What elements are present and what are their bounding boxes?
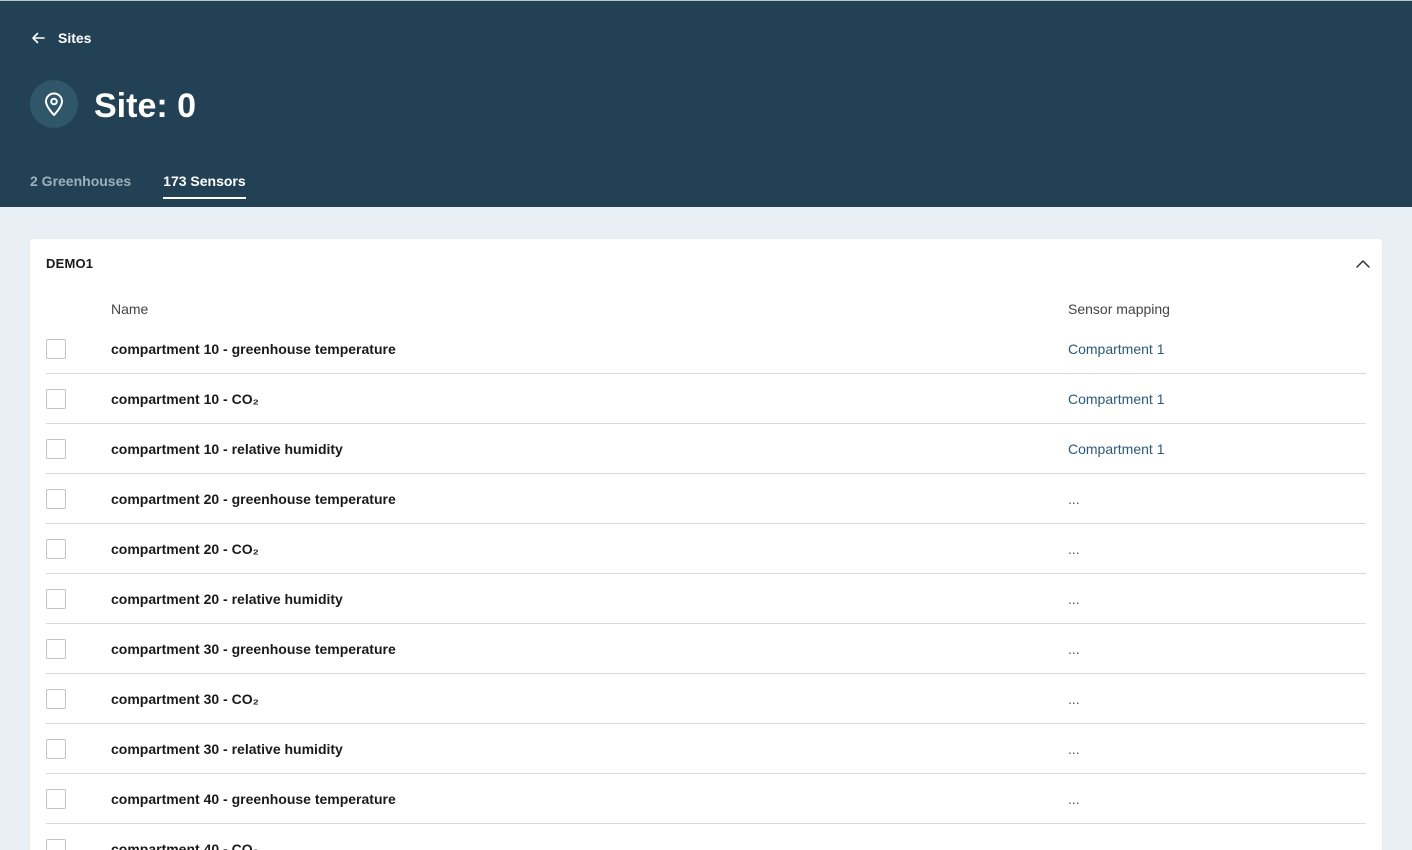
sensor-mapping-empty[interactable]: ... <box>1068 791 1080 807</box>
column-header-name[interactable]: Name <box>111 301 148 317</box>
group-title: DEMO1 <box>46 256 94 271</box>
table-row: compartment 20 - greenhouse temperature … <box>46 474 1366 524</box>
table-row: compartment 10 - CO₂ Compartment 1 <box>46 374 1366 424</box>
table-row: compartment 30 - CO₂ ... <box>46 674 1366 724</box>
table-row: compartment 40 - CO₂ ... <box>46 824 1366 850</box>
sensor-mapping-link[interactable]: Compartment 1 <box>1068 391 1164 407</box>
column-header-sensor-mapping[interactable]: Sensor mapping <box>1068 301 1170 317</box>
row-checkbox[interactable] <box>46 739 66 759</box>
tab-bar: 2 Greenhouses 173 Sensors <box>30 171 246 199</box>
table-row: compartment 10 - greenhouse temperature … <box>46 324 1366 374</box>
row-checkbox[interactable] <box>46 689 66 709</box>
tab-sensors[interactable]: 173 Sensors <box>163 171 246 199</box>
row-checkbox[interactable] <box>46 339 66 359</box>
table-row: compartment 20 - relative humidity ... <box>46 574 1366 624</box>
sensor-mapping-empty[interactable]: ... <box>1068 841 1080 850</box>
sensor-name: compartment 30 - relative humidity <box>111 741 343 757</box>
arrow-left-icon <box>32 32 45 44</box>
sensor-mapping-link[interactable]: Compartment 1 <box>1068 441 1164 457</box>
sensor-group-card: DEMO1 Name Sensor mapping compartment 10… <box>30 239 1382 850</box>
chevron-up-icon[interactable] <box>1354 255 1372 273</box>
table-row: compartment 10 - relative humidity Compa… <box>46 424 1366 474</box>
sensor-mapping-empty[interactable]: ... <box>1068 641 1080 657</box>
back-label: Sites <box>58 30 92 46</box>
table-row: compartment 40 - greenhouse temperature … <box>46 774 1366 824</box>
sensor-name: compartment 10 - relative humidity <box>111 441 343 457</box>
sensor-mapping-empty[interactable]: ... <box>1068 541 1080 557</box>
row-checkbox[interactable] <box>46 789 66 809</box>
sensor-mapping-empty[interactable]: ... <box>1068 591 1080 607</box>
row-checkbox[interactable] <box>46 539 66 559</box>
sensor-name: compartment 20 - relative humidity <box>111 591 343 607</box>
sensor-name: compartment 20 - greenhouse temperature <box>111 491 396 507</box>
sensor-mapping-empty[interactable]: ... <box>1068 691 1080 707</box>
table-row: compartment 30 - relative humidity ... <box>46 724 1366 774</box>
row-checkbox[interactable] <box>46 639 66 659</box>
sensor-mapping-empty[interactable]: ... <box>1068 491 1080 507</box>
row-checkbox[interactable] <box>46 839 66 850</box>
back-to-sites-link[interactable]: Sites <box>30 27 91 49</box>
sensor-name: compartment 10 - greenhouse temperature <box>111 341 396 357</box>
row-checkbox[interactable] <box>46 439 66 459</box>
tab-greenhouses[interactable]: 2 Greenhouses <box>30 171 131 199</box>
table-row: compartment 20 - CO₂ ... <box>46 524 1366 574</box>
sensor-name: compartment 30 - greenhouse temperature <box>111 641 396 657</box>
sensor-name: compartment 20 - CO₂ <box>111 541 259 557</box>
sensor-name: compartment 30 - CO₂ <box>111 691 259 707</box>
sensor-mapping-link[interactable]: Compartment 1 <box>1068 341 1164 357</box>
sensor-list: compartment 10 - greenhouse temperature … <box>46 324 1366 850</box>
sensor-name: compartment 40 - greenhouse temperature <box>111 791 396 807</box>
page-title: Site: 0 <box>94 87 197 125</box>
row-checkbox[interactable] <box>46 389 66 409</box>
site-avatar <box>30 80 78 128</box>
row-checkbox[interactable] <box>46 489 66 509</box>
map-pin-icon <box>45 92 63 116</box>
sensor-mapping-empty[interactable]: ... <box>1068 741 1080 757</box>
sensor-name: compartment 40 - CO₂ <box>111 841 259 850</box>
table-row: compartment 30 - greenhouse temperature … <box>46 624 1366 674</box>
sensor-name: compartment 10 - CO₂ <box>111 391 259 407</box>
site-header: Sites Site: 0 2 Greenhouses 173 Sensors <box>0 0 1412 207</box>
row-checkbox[interactable] <box>46 589 66 609</box>
